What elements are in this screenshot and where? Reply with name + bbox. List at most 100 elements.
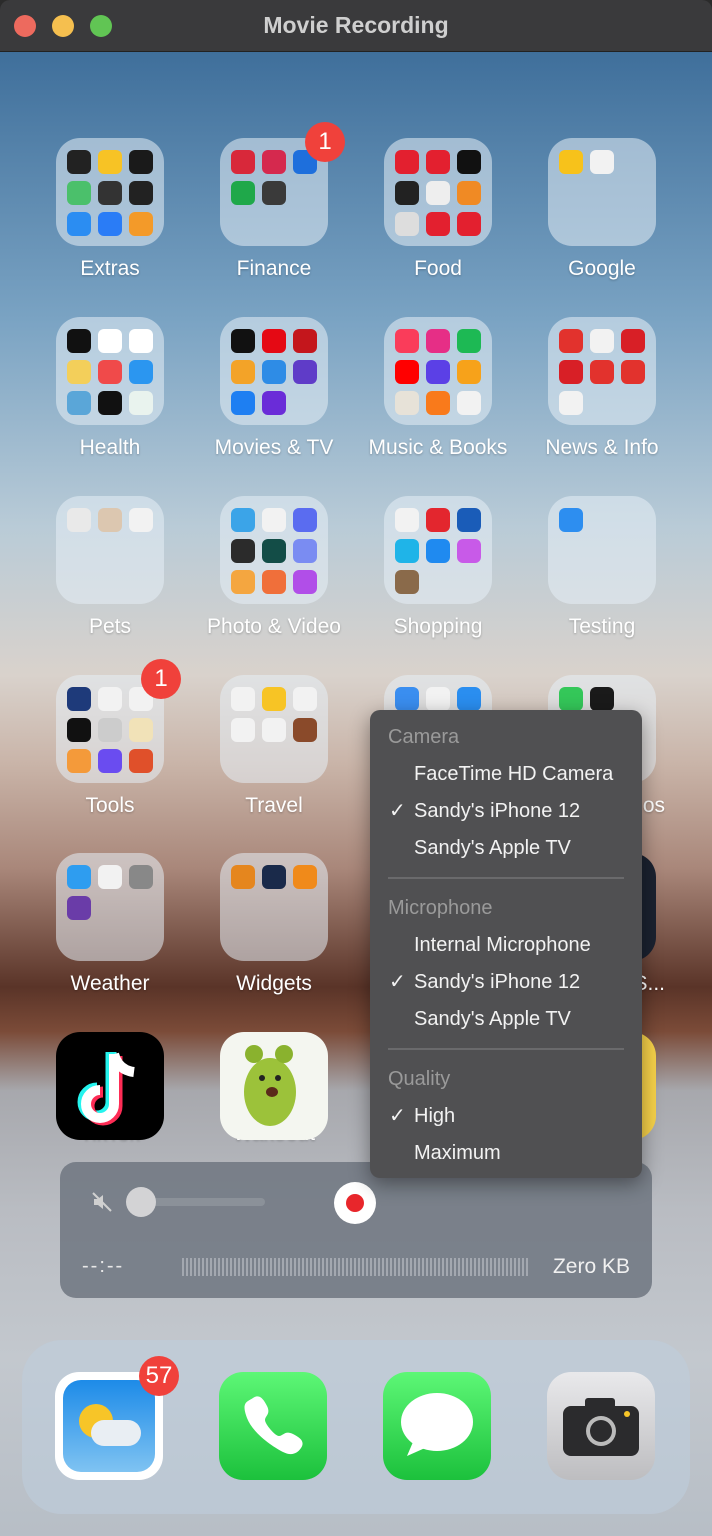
menu-item[interactable]: ✓ Sandy's iPhone 12 xyxy=(370,793,642,830)
mini-app-icon xyxy=(262,391,286,415)
folder-testing[interactable]: Testing xyxy=(547,496,657,639)
folder-widgets[interactable]: Widgets xyxy=(219,853,329,996)
mini-app-icon xyxy=(590,150,614,174)
mini-app-icon xyxy=(426,508,450,532)
mini-app-icon xyxy=(67,865,91,889)
mini-app-icon xyxy=(129,329,153,353)
folder-icon xyxy=(220,496,328,604)
mini-app-icon xyxy=(559,391,583,415)
mini-app-icon xyxy=(98,508,122,532)
camera-icon xyxy=(563,1398,639,1456)
menu-item[interactable]: ✓ High xyxy=(370,1098,642,1135)
folder-label: Pets xyxy=(88,615,132,638)
mini-app-icon xyxy=(129,749,153,773)
app-wakeout xyxy=(219,1032,329,1140)
mini-app-icon xyxy=(129,181,153,205)
folder-music-books[interactable]: Music & Books xyxy=(369,317,507,460)
mini-app-icon xyxy=(621,329,645,353)
mini-app-icon xyxy=(262,150,286,174)
folder-icon xyxy=(384,138,492,246)
mini-app-icon xyxy=(262,687,286,711)
mini-app-icon xyxy=(98,212,122,236)
folder-label: Testing xyxy=(568,615,636,638)
mini-app-icon xyxy=(231,150,255,174)
folder-news-info[interactable]: News & Info xyxy=(545,317,659,460)
phone-icon xyxy=(244,1396,303,1455)
checkmark-icon: ✓ xyxy=(389,800,406,822)
folder-icon xyxy=(548,138,656,246)
menu-item-label: Sandy's Apple TV xyxy=(414,837,571,859)
mini-app-icon xyxy=(262,508,286,532)
mini-app-icon xyxy=(426,360,450,384)
mini-app-icon xyxy=(231,865,255,889)
checkmark-icon: ✓ xyxy=(389,971,406,993)
mini-app-icon xyxy=(98,329,122,353)
folder-tools[interactable]: 1 Tools xyxy=(55,659,181,818)
folder-travel[interactable]: Travel xyxy=(219,675,329,818)
mini-app-icon xyxy=(67,508,91,532)
folder-label: Widgets xyxy=(236,972,312,995)
folder-label: Weather xyxy=(70,972,150,995)
mini-app-icon xyxy=(395,539,419,563)
mini-app-icon xyxy=(293,570,317,594)
mini-app-icon xyxy=(426,181,450,205)
menu-item[interactable]: ✓ Sandy's iPhone 12 xyxy=(370,964,642,1001)
dock: 57 xyxy=(22,1340,690,1514)
dock-weather-app: 57 xyxy=(55,1356,179,1480)
mini-app-icon xyxy=(231,329,255,353)
folder-food[interactable]: Food xyxy=(383,138,493,281)
mini-app-icon xyxy=(67,687,91,711)
mini-app-icon xyxy=(98,181,122,205)
mini-app-icon xyxy=(67,360,91,384)
folder-icon xyxy=(384,317,492,425)
folder-icon xyxy=(56,496,164,604)
folder-icon xyxy=(384,496,492,604)
mini-app-icon xyxy=(67,181,91,205)
folder-icon xyxy=(220,317,328,425)
menu-item[interactable]: FaceTime HD Camera xyxy=(370,756,642,793)
mini-app-icon xyxy=(231,391,255,415)
mini-app-icon xyxy=(231,508,255,532)
mini-app-icon xyxy=(395,329,419,353)
mini-app-icon xyxy=(262,539,286,563)
mini-app-icon xyxy=(98,865,122,889)
mini-app-icon xyxy=(293,687,317,711)
folder-shopping[interactable]: Shopping xyxy=(383,496,493,639)
folder-weather[interactable]: Weather xyxy=(55,853,165,996)
folder-label: News & Info xyxy=(545,436,659,459)
muted-speaker-icon xyxy=(92,1192,112,1212)
mini-app-icon xyxy=(395,212,419,236)
mini-app-icon xyxy=(262,181,286,205)
audio-level-meter xyxy=(182,1258,530,1276)
mini-app-icon xyxy=(457,391,481,415)
folder-health[interactable]: Health xyxy=(55,317,165,460)
folder-label: Movies & TV xyxy=(214,436,334,459)
menu-item[interactable]: Sandy's Apple TV xyxy=(370,1001,642,1038)
folder-extras[interactable]: Extras xyxy=(55,138,165,281)
folder-google[interactable]: Google xyxy=(547,138,657,281)
menu-item[interactable]: Sandy's Apple TV xyxy=(370,830,642,867)
options-menu: Camera FaceTime HD Camera ✓ Sandy's iPhone … xyxy=(370,710,642,1178)
record-button[interactable] xyxy=(334,1182,376,1224)
dock-messages-app xyxy=(383,1372,491,1480)
folder-label: Travel xyxy=(245,794,303,817)
mini-app-icon xyxy=(129,508,153,532)
mini-app-icon xyxy=(67,150,91,174)
mini-app-icon xyxy=(262,570,286,594)
mini-app-icon xyxy=(98,749,122,773)
mini-app-icon xyxy=(67,212,91,236)
mini-app-icon xyxy=(426,539,450,563)
tiktok-icon xyxy=(56,1032,164,1140)
menu-item-label: Internal Microphone xyxy=(414,934,591,956)
folder-pets[interactable]: Pets xyxy=(55,496,165,639)
mini-app-icon xyxy=(457,539,481,563)
volume-slider-knob[interactable] xyxy=(126,1187,156,1217)
menu-item[interactable]: Maximum xyxy=(370,1135,642,1172)
menu-item[interactable]: Internal Microphone xyxy=(370,927,642,964)
wakeout-icon xyxy=(220,1032,328,1140)
notification-badge: 1 xyxy=(141,659,181,699)
folder-finance[interactable]: 1 Finance xyxy=(219,122,345,281)
folder-photo-video[interactable]: Photo & Video xyxy=(207,496,341,639)
mini-app-icon xyxy=(262,718,286,742)
folder-movies-tv[interactable]: Movies & TV xyxy=(215,317,333,460)
